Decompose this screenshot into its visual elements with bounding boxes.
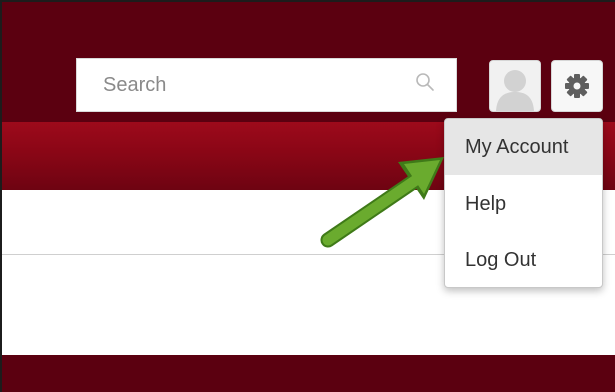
gear-icon [565, 74, 589, 98]
user-avatar-button[interactable] [489, 60, 541, 112]
green-arrow [320, 157, 444, 248]
search-input[interactable] [77, 59, 407, 111]
screenshot-frame: My Account Help Log Out [0, 0, 615, 392]
footer-bar [2, 355, 615, 392]
search-icon[interactable] [414, 71, 436, 93]
search-box[interactable] [76, 58, 457, 112]
user-avatar-icon [490, 61, 540, 111]
settings-button[interactable] [551, 60, 603, 112]
